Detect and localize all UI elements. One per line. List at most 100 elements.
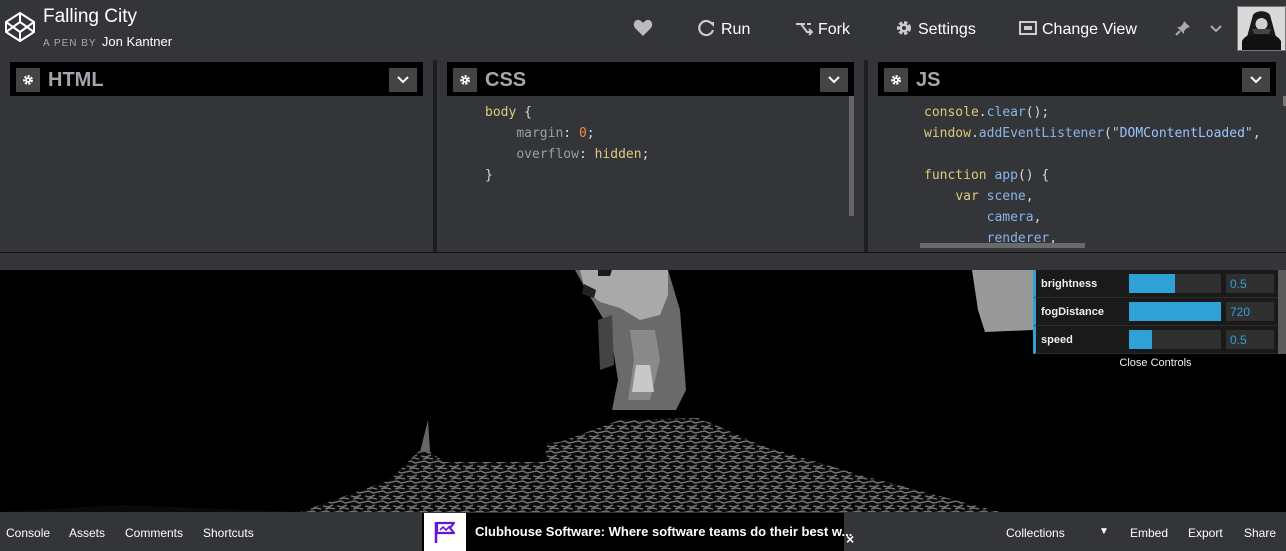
run-icon <box>698 19 721 42</box>
slider-fill <box>1129 330 1152 349</box>
js-editor-title: JS <box>916 69 941 91</box>
speed-slider[interactable] <box>1129 330 1221 349</box>
gui-control-speed: speed 0.5 <box>1033 326 1286 354</box>
flag-icon <box>424 513 466 551</box>
ad-text[interactable]: Clubhouse Software: Where software teams… <box>475 524 852 539</box>
code-value: 0 <box>578 126 587 141</box>
settings-label: Settings <box>918 21 976 38</box>
heart-button[interactable] <box>633 18 658 42</box>
avatar[interactable] <box>1237 6 1286 51</box>
code-function: addEventListener <box>978 126 1105 141</box>
code-line: function app() { <box>924 165 1261 186</box>
code-brace: { <box>516 105 532 120</box>
chevron-down-icon[interactable] <box>820 68 848 92</box>
code-selector: body <box>485 105 517 120</box>
js-editor-header: JS <box>878 62 1276 96</box>
code-punct: , <box>1252 126 1261 141</box>
gui-control-brightness: brightness 0.5 <box>1033 270 1286 298</box>
by-label: A PEN BY <box>43 38 97 49</box>
author-link[interactable]: Jon Kantner <box>102 34 172 49</box>
settings-button[interactable]: Settings <box>895 18 976 42</box>
chevron-down-icon <box>1209 21 1228 39</box>
share-button[interactable]: Share <box>1244 526 1276 540</box>
embed-button[interactable]: Embed <box>1130 526 1168 540</box>
speed-value-input[interactable]: 0.5 <box>1226 330 1274 349</box>
slider-fill <box>1129 302 1221 321</box>
gear-icon[interactable] <box>453 68 477 92</box>
code-punct: (); <box>1025 105 1050 120</box>
code-variable: camera <box>986 210 1034 225</box>
code-line: } <box>485 165 649 186</box>
close-controls-button[interactable]: Close Controls <box>1033 357 1278 369</box>
console-button[interactable]: Console <box>6 526 50 540</box>
slider-fill <box>1129 274 1175 293</box>
preview-pane[interactable]: brightness 0.5 fogDistance 720 speed 0.5… <box>0 270 1286 512</box>
footer: Console Assets Comments Shortcuts Clubho… <box>0 512 1286 551</box>
change-view-icon <box>1019 20 1042 40</box>
css-editor[interactable]: CSS body { margin: 0; overflow: hidden;} <box>437 60 864 252</box>
editor-resize-handle[interactable] <box>0 252 1286 270</box>
fogdistance-value-input[interactable]: 720 <box>1226 302 1274 321</box>
gui-label: speed <box>1041 334 1073 346</box>
pin-button[interactable] <box>1175 18 1196 42</box>
run-label: Run <box>721 21 751 38</box>
code-function: app <box>994 168 1018 183</box>
chevron-down-icon[interactable] <box>389 68 417 92</box>
css-code[interactable]: body { margin: 0; overflow: hidden;} <box>485 102 649 186</box>
ad-banner[interactable]: Clubhouse Software: Where software teams… <box>422 513 852 551</box>
close-icon[interactable]: × <box>846 531 854 547</box>
js-horizontal-scrollbar[interactable] <box>920 243 1085 248</box>
brightness-slider[interactable] <box>1129 274 1221 293</box>
css-editor-title: CSS <box>485 69 527 91</box>
html-editor-title: HTML <box>48 69 104 91</box>
code-keyword: function <box>924 168 987 183</box>
fogdistance-slider[interactable] <box>1129 302 1221 321</box>
header-dropdown-button[interactable] <box>1209 18 1228 42</box>
codepen-logo-icon[interactable] <box>3 10 37 44</box>
change-view-button[interactable]: Change View <box>1019 18 1137 42</box>
code-object: window <box>924 126 971 141</box>
code-line: var scene, <box>955 189 1034 204</box>
gui-control-fogdistance: fogDistance 720 <box>1033 298 1286 326</box>
gui-scrollbar[interactable] <box>1278 270 1286 354</box>
css-editor-header: CSS <box>447 62 854 96</box>
export-button[interactable]: Export <box>1188 526 1223 540</box>
code-property: overflow <box>516 147 579 162</box>
code-line: overflow: hidden; <box>516 147 650 162</box>
gear-icon[interactable] <box>16 68 40 92</box>
js-code[interactable]: console.clear(); window.addEventListener(… <box>924 102 1261 249</box>
code-keyword: var <box>955 189 979 204</box>
code-function: clear <box>986 105 1026 120</box>
code-property: margin <box>516 126 564 141</box>
gui-label: brightness <box>1041 278 1098 290</box>
js-editor[interactable]: JS console.clear(); window.addEventListen… <box>868 60 1286 252</box>
comments-button[interactable]: Comments <box>125 526 183 540</box>
css-scrollbar[interactable] <box>849 96 854 216</box>
pen-author-line: A PEN BY Jon Kantner <box>43 34 172 49</box>
html-editor-header: HTML <box>10 62 423 96</box>
header: Falling City A PEN BY Jon Kantner Run Fo… <box>0 0 1286 60</box>
chevron-down-icon[interactable]: ▼ <box>1099 526 1109 537</box>
run-button[interactable]: Run <box>698 18 750 42</box>
gui-label: fogDistance <box>1041 306 1104 318</box>
brightness-value-input[interactable]: 0.5 <box>1226 274 1274 293</box>
fork-icon <box>795 20 818 41</box>
chevron-down-icon[interactable] <box>1242 68 1270 92</box>
code-punct: () { <box>1017 168 1050 183</box>
shortcuts-button[interactable]: Shortcuts <box>203 526 254 540</box>
code-line: body { <box>485 102 649 123</box>
html-editor[interactable]: HTML <box>0 60 433 252</box>
code-string: "DOMContentLoaded" <box>1111 126 1253 141</box>
pen-title[interactable]: Falling City <box>43 6 137 28</box>
fork-label: Fork <box>818 21 850 38</box>
code-brace: } <box>485 168 493 183</box>
code-line: camera, <box>986 210 1042 225</box>
code-value: hidden <box>594 147 642 162</box>
code-line: margin: 0; <box>516 126 595 141</box>
gear-icon[interactable] <box>884 68 908 92</box>
fork-button[interactable]: Fork <box>795 18 850 42</box>
dat-gui-panel: brightness 0.5 fogDistance 720 speed 0.5… <box>1033 270 1286 369</box>
assets-button[interactable]: Assets <box>69 526 105 540</box>
collections-button[interactable]: Collections <box>1006 526 1065 540</box>
